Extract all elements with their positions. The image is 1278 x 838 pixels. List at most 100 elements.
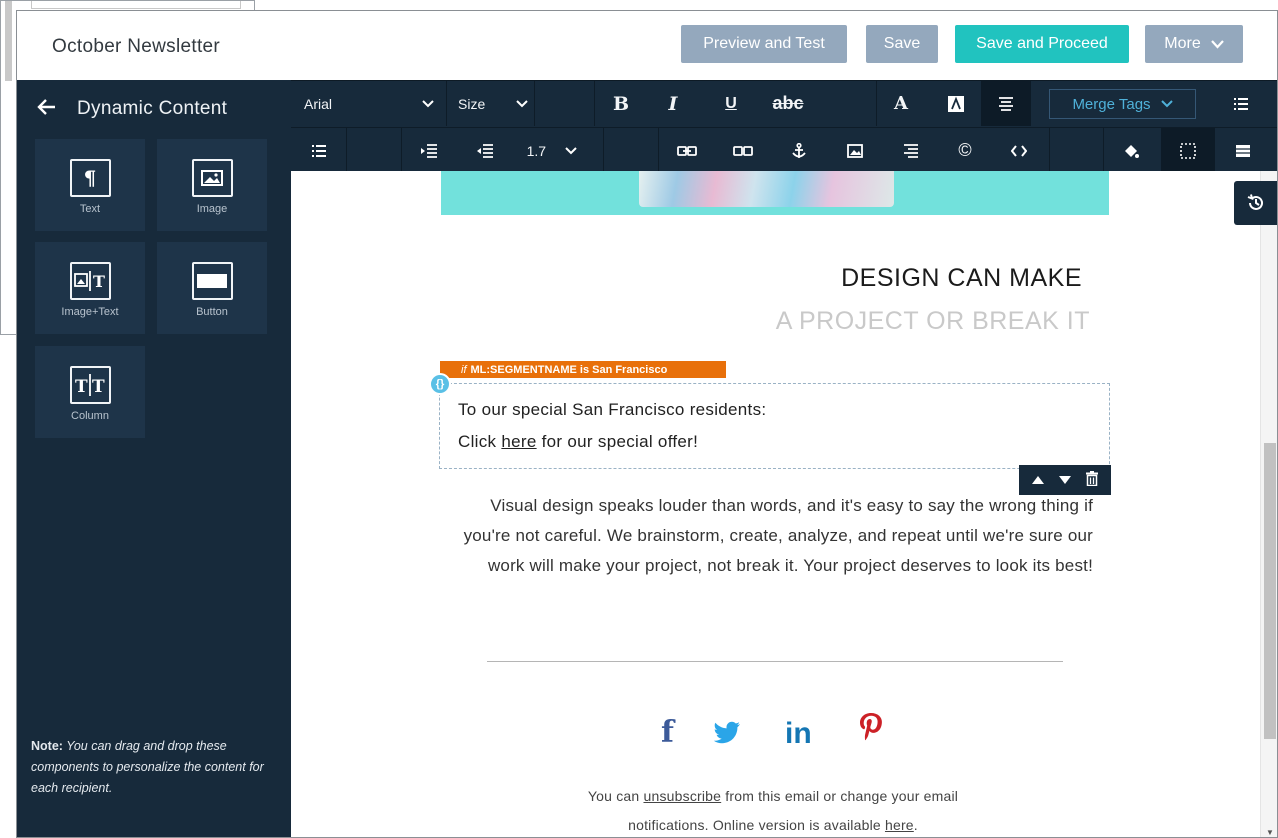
preview-and-test-button[interactable]: Preview and Test	[681, 25, 847, 63]
table-icon[interactable]	[1223, 128, 1263, 173]
tile-label: Button	[196, 306, 228, 318]
arrow-left-icon[interactable]	[37, 96, 77, 122]
chevron-down-icon	[1210, 37, 1224, 52]
pinterest-icon[interactable]	[857, 711, 885, 754]
canvas-scrollbar[interactable]: ▼	[1260, 171, 1277, 837]
toolbar-row-1: Arial Size B I U abc A Merge Tags	[291, 81, 1277, 126]
facebook-icon[interactable]: f	[661, 715, 674, 750]
background-color-icon[interactable]	[933, 81, 978, 126]
more-label: More	[1164, 35, 1201, 52]
hero-product-boxes	[639, 171, 894, 207]
font-family-select[interactable]: Arial	[304, 81, 444, 126]
headline-secondary[interactable]: A PROJECT OR BREAK IT	[776, 307, 1090, 336]
body-paragraph[interactable]: Visual design speaks louder than words, …	[461, 491, 1093, 581]
indent-icon[interactable]	[409, 128, 449, 173]
tile-column[interactable]: TT Column	[35, 346, 145, 438]
special-formatting-icon[interactable]	[891, 128, 931, 173]
trash-icon[interactable]	[1085, 471, 1098, 489]
sidebar-note: Note: You can drag and drop these compon…	[31, 736, 281, 799]
scroll-down-arrow-icon[interactable]: ▼	[1266, 828, 1274, 837]
svg-text:T: T	[75, 377, 88, 396]
tile-image-text[interactable]: T Image+Text	[35, 242, 145, 334]
code-view-icon[interactable]	[999, 128, 1039, 173]
column-icon: TT	[69, 366, 111, 404]
footer-line2-post: .	[913, 817, 918, 833]
line-height-select[interactable]: 1.7	[517, 128, 587, 173]
headline-primary[interactable]: DESIGN CAN MAKE	[841, 264, 1082, 293]
curly-braces-icon[interactable]: {}	[429, 373, 451, 395]
font-family-value: Arial	[304, 95, 333, 112]
pilcrow-icon: ¶	[69, 159, 111, 197]
footer-line2-pre: notifications. Online version is availab…	[628, 817, 881, 833]
svg-text:T: T	[93, 272, 105, 291]
history-icon[interactable]	[1234, 181, 1277, 225]
unlink-icon[interactable]	[723, 128, 763, 173]
tile-label: Image	[196, 203, 228, 215]
dynamic-line-2-post: for our special offer!	[541, 432, 699, 451]
save-button[interactable]: Save	[866, 25, 938, 63]
font-size-select[interactable]: Size	[458, 81, 528, 126]
chevron-down-icon	[516, 99, 528, 107]
top-bar: October Newsletter Preview and Test Save…	[17, 11, 1277, 80]
unordered-list-icon[interactable]	[1221, 81, 1261, 126]
background-window-scrollbar	[5, 1, 12, 81]
merge-tags-select[interactable]: Merge Tags	[1049, 89, 1196, 119]
tile-label: Image+Text	[61, 306, 119, 318]
unsubscribe-link[interactable]: unsubscribe	[643, 788, 721, 804]
merge-tags-label: Merge Tags	[1072, 95, 1151, 113]
border-icon[interactable]	[1161, 128, 1215, 173]
dynamic-line-1: To our special San Francisco residents:	[458, 400, 767, 419]
tile-label: Column	[71, 410, 109, 422]
underline-button[interactable]: U	[711, 81, 751, 126]
move-down-icon[interactable]	[1058, 473, 1071, 487]
twitter-icon[interactable]	[713, 721, 741, 752]
align-center-icon[interactable]	[981, 81, 1031, 126]
image-text-icon: T	[69, 262, 111, 300]
linkedin-icon[interactable]: in	[785, 717, 812, 751]
outdent-icon[interactable]	[465, 128, 505, 173]
tile-button[interactable]: Button	[157, 242, 267, 334]
condition-text: ML:SEGMENTNAME is San Francisco	[470, 363, 668, 376]
chevron-down-icon	[565, 146, 578, 154]
insert-image-icon[interactable]	[835, 128, 875, 173]
footer-pre: You can	[587, 788, 640, 804]
more-button[interactable]: More	[1145, 25, 1243, 63]
text-color-button[interactable]: A	[876, 81, 926, 126]
anchor-icon[interactable]	[779, 128, 819, 173]
sidebar-header: Dynamic Content	[37, 96, 227, 122]
italic-button[interactable]: I	[653, 81, 693, 126]
button-icon	[191, 262, 233, 300]
footer-mid: from this email or change your email	[725, 788, 959, 804]
online-version-link[interactable]: here	[885, 817, 914, 833]
tile-image[interactable]: Image	[157, 139, 267, 231]
condition-tag[interactable]: if ML:SEGMENTNAME is San Francisco	[440, 361, 726, 378]
strikethrough-button[interactable]: abc	[763, 81, 813, 126]
link-icon[interactable]	[667, 128, 707, 173]
email-editor-window: October Newsletter Preview and Test Save…	[16, 10, 1278, 838]
scrollbar-thumb[interactable]	[1264, 443, 1276, 739]
line-height-value: 1.7	[526, 142, 547, 159]
special-offer-link[interactable]: here	[501, 432, 536, 451]
save-and-proceed-button[interactable]: Save and Proceed	[955, 25, 1129, 63]
toolbar-row-2: 1.7 ©	[291, 127, 1277, 173]
dynamic-content-sidebar: Dynamic Content ¶ Text Image T Image+Tex…	[17, 80, 291, 837]
bold-button[interactable]: B	[601, 81, 641, 126]
image-icon	[191, 159, 233, 197]
block-controls	[1019, 465, 1111, 495]
condition-if-label: if	[461, 363, 467, 376]
social-links: f in	[661, 713, 891, 755]
note-bold-label: Note:	[31, 739, 63, 753]
copyright-icon[interactable]: ©	[945, 128, 985, 173]
paint-bucket-icon[interactable]	[1111, 128, 1151, 173]
move-up-icon[interactable]	[1032, 473, 1045, 487]
ordered-list-icon[interactable]	[299, 128, 339, 173]
svg-text:T: T	[92, 377, 105, 396]
hero-image[interactable]	[441, 171, 1109, 215]
footer-line-1: You can unsubscribe from this email or c…	[491, 788, 1055, 804]
dynamic-content-block[interactable]: {} To our special San Francisco resident…	[429, 373, 1110, 469]
tile-text[interactable]: ¶ Text	[35, 139, 145, 231]
chevron-down-icon	[1160, 100, 1173, 108]
note-text: You can drag and drop these components t…	[31, 739, 264, 795]
newsletter-title[interactable]: October Newsletter	[52, 36, 220, 58]
dynamic-line-2: Click here for our special offer!	[458, 432, 698, 452]
